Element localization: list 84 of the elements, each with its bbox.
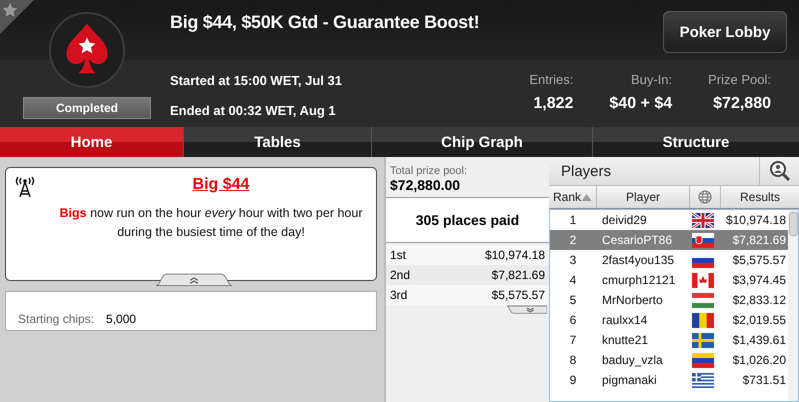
flag-icon	[692, 212, 714, 228]
column-header[interactable]: Rank	[549, 186, 597, 208]
flag-icon	[692, 332, 714, 348]
rank-cell-text: 7	[568, 333, 578, 347]
starting-chips-value: 5,000	[106, 312, 136, 326]
player-name: pigmanaki	[601, 373, 658, 387]
prize-amount: $7,821.69	[492, 268, 545, 282]
prize-amount: $10,974.18	[484, 248, 545, 262]
flag-icon	[692, 272, 714, 288]
poker-lobby-button[interactable]: Poker Lobby	[663, 11, 787, 53]
flag-icon	[692, 292, 714, 308]
announcement-title[interactable]: Big $44	[192, 176, 250, 194]
player-name: deivid29	[601, 213, 648, 227]
player-row[interactable]: 9 pigmanaki $731.51	[550, 370, 788, 390]
tab[interactable]: Structure	[593, 127, 799, 157]
prize-place: 3rd	[390, 288, 408, 302]
end-time: Ended at 00:32 WET, Aug 1	[170, 102, 337, 118]
tab[interactable]: Chip Graph	[372, 127, 593, 157]
player-row[interactable]: 6 raulxx14 $2,019.55	[550, 310, 788, 330]
player-row[interactable]: 7 knutte21 $1,439.61	[550, 330, 788, 350]
antenna-icon	[15, 176, 35, 198]
result-cell-text: $2,833.12	[732, 293, 787, 307]
result-cell-text: $1,026.20	[732, 353, 787, 367]
flag-icon	[692, 372, 714, 388]
stat-label: Prize Pool:	[708, 72, 771, 87]
rank-cell-text: 9	[568, 373, 578, 387]
total-prize-pool-value: $72,880.00	[390, 177, 462, 193]
scrollbar-thumb[interactable]	[788, 212, 798, 236]
starting-chips-label: Starting chips:	[18, 312, 94, 326]
flag-icon	[692, 352, 714, 368]
players-title: Players	[560, 162, 612, 180]
result-cell-text: $7,821.69	[732, 233, 787, 247]
player-name: MrNorberto	[601, 293, 664, 307]
column-header[interactable]: Results	[721, 186, 799, 208]
rank-cell-text: 6	[568, 313, 578, 327]
player-name: 2fast4you135	[601, 253, 676, 267]
flag-icon	[692, 232, 714, 248]
flag-icon	[692, 312, 714, 328]
stat-value: $72,880	[713, 95, 771, 113]
player-row[interactable]: 3 2fast4you135 $5,575.57	[550, 250, 788, 270]
stat-value: $40 + $4	[609, 95, 672, 113]
result-cell-text: $3,974.45	[732, 273, 787, 287]
result-cell-text: $2,019.55	[732, 313, 787, 327]
result-cell-text: $1,439.61	[732, 333, 787, 347]
announcement-text: Bigs now run on the hour every hour with two per hour during the busiest time of the day!	[58, 205, 364, 241]
stat-value: 1,822	[533, 95, 574, 113]
column-header[interactable]: Player	[597, 186, 690, 208]
prize-place: 1st	[390, 248, 406, 262]
rank-cell-text: 5	[568, 293, 578, 307]
player-row[interactable]: 5 MrNorberto $2,833.12	[550, 290, 788, 310]
player-name: CesarioPT86	[601, 233, 674, 247]
tab[interactable]: Home	[0, 127, 184, 157]
collapse-tab[interactable]	[156, 273, 232, 286]
tab[interactable]: Tables	[184, 127, 372, 157]
sort-up-icon	[581, 193, 592, 201]
rank-cell-text: 2	[568, 233, 578, 247]
spade-logo-icon	[48, 11, 126, 89]
search-icon[interactable]	[768, 160, 790, 182]
player-row[interactable]: 2 CesarioPT86 $7,821.69	[550, 230, 788, 250]
player-name: raulxx14	[601, 313, 648, 327]
result-cell-text: $731.51	[742, 373, 787, 387]
rank-cell-text: 3	[568, 253, 578, 267]
result-cell-text: $5,575.57	[732, 253, 787, 267]
stat-label: Buy-In:	[630, 72, 672, 87]
player-name: knutte21	[601, 333, 650, 347]
player-row[interactable]: 8 baduy_vzla $1,026.20	[550, 350, 788, 370]
result-cell-text: $10,974.18	[724, 213, 787, 227]
total-prize-pool-label: Total prize pool:	[390, 165, 468, 177]
start-time: Started at 15:00 WET, Jul 31	[170, 73, 343, 88]
expand-tab[interactable]	[507, 305, 547, 315]
places-paid: 305 places paid	[386, 198, 549, 243]
prize-place: 2nd	[390, 268, 410, 282]
stat-label: Entries:	[529, 72, 574, 87]
player-name: cmurph12121	[601, 273, 676, 287]
player-row[interactable]: 4 cmurph12121 $3,974.45	[550, 270, 788, 290]
player-name: baduy_vzla	[601, 353, 664, 367]
rank-cell-text: 8	[568, 353, 578, 367]
globe-icon	[698, 190, 712, 204]
tournament-title: Big $44, $50K Gtd - Guarantee Boost!	[170, 12, 480, 33]
status-ribbon: Completed	[23, 97, 151, 119]
rank-cell-text: 4	[568, 273, 578, 287]
prize-amount: $5,575.57	[492, 288, 545, 302]
favorite-star-icon[interactable]	[0, 0, 34, 34]
rank-cell-text: 1	[568, 213, 578, 227]
